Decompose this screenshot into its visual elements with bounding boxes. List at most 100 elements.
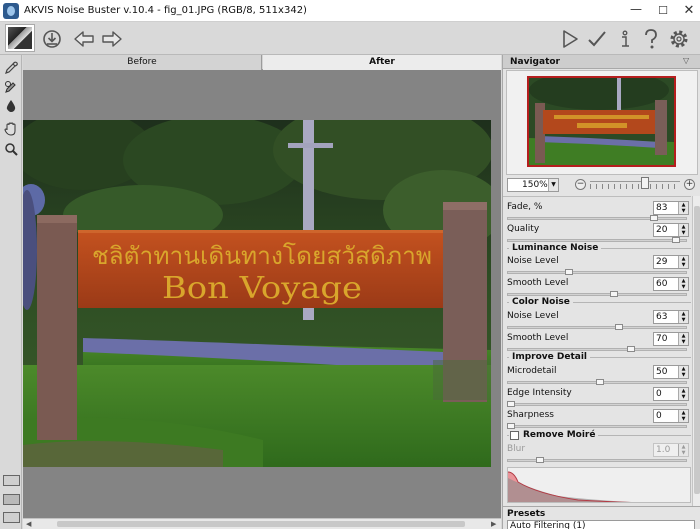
navigator-header: Navigator ▽ (503, 55, 700, 69)
luminance-smooth-row: Smooth Level 60 ▲ ▼ (507, 277, 691, 291)
presets-section: Presets Auto Filtering (1) (503, 506, 700, 529)
image-thumbnail-button[interactable] (5, 24, 35, 52)
settings-scroll-thumb[interactable] (694, 206, 700, 494)
spinner-icon[interactable]: ▲ ▼ (678, 278, 688, 290)
image-viewport[interactable]: ชลิตัาทานเดินทางโดยสวัสดิภาพ Bon Voyage (23, 70, 501, 518)
fade-slider[interactable] (507, 215, 687, 221)
improve-detail-section: Improve Detail (507, 352, 691, 363)
luminance-noise-field[interactable]: 29 ▲ ▼ (653, 255, 689, 269)
zoom-value: 150% (522, 180, 548, 190)
tab-after[interactable]: After (263, 55, 501, 70)
edge-intensity-label: Edge Intensity (507, 388, 572, 398)
presets-title: Presets (507, 509, 546, 519)
spinner-icon[interactable]: ▲ ▼ (678, 410, 688, 422)
sharpness-slider-thumb[interactable] (507, 423, 515, 429)
sharpness-row: Sharpness 0 ▲ ▼ (507, 409, 691, 423)
quality-row: Quality 20 ▲ ▼ (507, 223, 691, 237)
color-smooth-field[interactable]: 70 ▲ ▼ (653, 332, 689, 346)
load-settings-icon (43, 29, 61, 48)
apply-icon (588, 30, 606, 46)
collapse-arrow-icon[interactable]: ▽ (683, 56, 689, 65)
spinner-icon[interactable]: ▲ ▼ (678, 256, 688, 268)
sharpness-value: 0 (656, 411, 662, 421)
navigator-view-frame[interactable] (527, 76, 676, 167)
presets-dropdown[interactable]: Auto Filtering (1) (507, 520, 695, 529)
spinner-icon[interactable]: ▲ ▼ (678, 311, 688, 323)
main-toolbar (0, 22, 700, 55)
blur-label: Blur (507, 444, 526, 454)
frame-view-button[interactable] (3, 512, 20, 523)
color-picker-tool[interactable] (3, 79, 19, 95)
spinner-icon[interactable]: ▲ ▼ (678, 224, 688, 236)
fade-field[interactable]: 83 ▲ ▼ (653, 201, 689, 215)
tab-before[interactable]: Before (23, 55, 262, 70)
tools-panel (0, 55, 22, 529)
edge-intensity-slider-thumb[interactable] (507, 401, 515, 407)
minimize-button[interactable]: — (627, 1, 645, 17)
brush-tool[interactable] (3, 60, 19, 76)
color-noise-field[interactable]: 63 ▲ ▼ (653, 310, 689, 324)
help-button[interactable] (637, 25, 665, 52)
apply-button[interactable] (583, 25, 611, 52)
luminance-noise-slider[interactable] (507, 269, 687, 275)
color-noise-slider[interactable] (507, 324, 687, 330)
single-view-button[interactable] (3, 475, 20, 486)
blur-slider[interactable] (507, 457, 687, 463)
settings-vertical-scrollbar[interactable] (692, 196, 700, 506)
app-icon (3, 3, 19, 19)
fade-label: Fade, % (507, 202, 543, 212)
quality-value: 20 (656, 225, 668, 235)
zoom-out-button[interactable]: − (575, 179, 586, 190)
zoom-tool[interactable] (3, 141, 19, 157)
fade-slider-thumb[interactable] (649, 215, 658, 221)
quality-field[interactable]: 20 ▲ ▼ (653, 223, 689, 237)
window-title: AKVIS Noise Buster v.10.4 - fig_01.JPG (… (24, 5, 307, 16)
luminance-noise-label: Noise Level (507, 256, 559, 266)
spinner-icon[interactable]: ▲ ▼ (678, 333, 688, 345)
microdetail-slider[interactable] (507, 379, 687, 385)
view-tabs: Before After (23, 55, 501, 70)
forward-button[interactable] (98, 25, 126, 52)
spinner-icon[interactable]: ▲ ▼ (678, 388, 688, 400)
navigator-title: Navigator (510, 57, 560, 67)
scroll-right-icon[interactable]: ▶ (491, 520, 496, 528)
edge-intensity-slider[interactable] (507, 401, 687, 407)
sharpness-field[interactable]: 0 ▲ ▼ (653, 409, 689, 423)
zoom-in-button[interactable]: + (684, 179, 695, 190)
luminance-smooth-field[interactable]: 60 ▲ ▼ (653, 277, 689, 291)
zoom-slider-thumb[interactable] (640, 177, 649, 189)
split-view-button[interactable] (3, 494, 20, 505)
spinner-icon[interactable]: ▲ ▼ (678, 202, 688, 214)
horizontal-scrollbar[interactable]: ◀ ▶ (23, 518, 501, 529)
color-noise-section: Color Noise (507, 297, 691, 308)
color-noise-slider-thumb[interactable] (615, 324, 624, 330)
horizontal-scroll-thumb[interactable] (57, 521, 465, 527)
close-button[interactable]: ✕ (680, 3, 698, 19)
hand-tool[interactable] (3, 121, 19, 137)
back-button[interactable] (70, 25, 98, 52)
info-icon (622, 30, 629, 47)
remove-moire-checkbox[interactable] (510, 431, 519, 440)
navigator-preview[interactable] (506, 70, 698, 175)
microdetail-slider-thumb[interactable] (596, 379, 605, 385)
blur-slider-thumb[interactable] (536, 457, 545, 463)
spinner-icon[interactable]: ▲ ▼ (678, 444, 688, 456)
blur-field[interactable]: 1.0 ▲ ▼ (653, 443, 689, 457)
edge-intensity-field[interactable]: 0 ▲ ▼ (653, 387, 689, 401)
info-button[interactable] (611, 25, 639, 52)
spinner-icon[interactable]: ▲ ▼ (678, 366, 688, 378)
luminance-noise-slider-thumb[interactable] (565, 269, 574, 275)
maximize-button[interactable]: ☐ (654, 3, 672, 19)
microdetail-field[interactable]: 50 ▲ ▼ (653, 365, 689, 379)
scroll-left-icon[interactable]: ◀ (26, 520, 31, 528)
preferences-button[interactable] (665, 25, 693, 52)
blur-tool[interactable] (3, 98, 19, 114)
color-smooth-value: 70 (656, 334, 668, 344)
luminance-smooth-label: Smooth Level (507, 278, 569, 288)
magnifier-icon (5, 143, 18, 156)
load-settings-button[interactable] (38, 25, 66, 52)
zoom-select[interactable]: 150% ▼ (507, 178, 559, 192)
run-button[interactable] (556, 25, 584, 52)
sharpness-slider[interactable] (507, 423, 687, 429)
hand-icon (4, 122, 16, 136)
